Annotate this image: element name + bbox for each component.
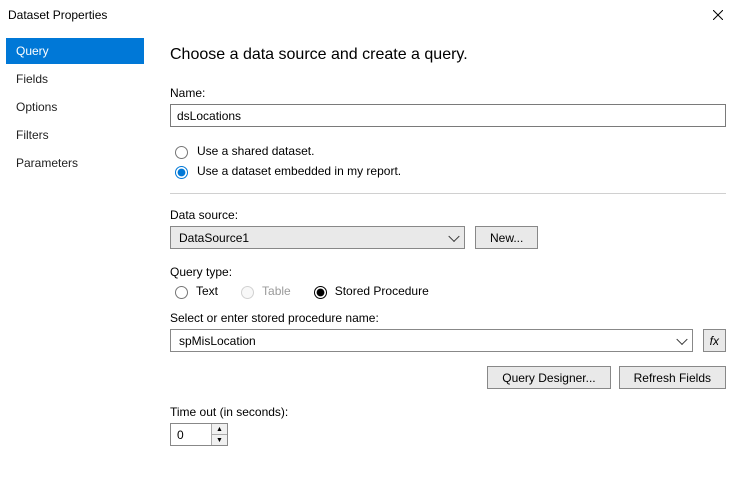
timeout-label: Time out (in seconds): [170,405,726,419]
spinner-down-button[interactable]: ▼ [212,435,227,445]
sidebar-item-parameters[interactable]: Parameters [6,150,144,176]
divider [170,193,726,194]
page-heading: Choose a data source and create a query. [170,46,726,64]
query-designer-button[interactable]: Query Designer... [487,366,610,389]
stored-procedure-value: spMisLocation [179,334,256,348]
datasource-value: DataSource1 [179,231,249,245]
radio-label: Table [262,284,291,298]
stored-procedure-label: Select or enter stored procedure name: [170,311,726,325]
name-input[interactable] [170,104,726,127]
radio-embedded-dataset[interactable]: Use a dataset embedded in my report. [170,163,726,179]
radio-label: Stored Procedure [335,284,429,298]
datasource-label: Data source: [170,208,726,222]
chevron-down-icon [676,333,687,344]
titlebar: Dataset Properties [0,0,746,30]
sidebar-item-label: Filters [16,128,49,142]
radio-label: Use a shared dataset. [197,144,314,158]
sidebar-item-filters[interactable]: Filters [6,122,144,148]
timeout-spinner[interactable]: ▲ ▼ [170,423,228,446]
sidebar-item-label: Fields [16,72,48,86]
sidebar-item-fields[interactable]: Fields [6,66,144,92]
querytype-text[interactable]: Text [170,283,218,299]
sidebar-item-label: Query [16,44,49,58]
querytype-table: Table [236,283,291,299]
button-label: fx [710,334,719,348]
name-label: Name: [170,86,726,100]
button-label: New... [490,231,523,245]
datasource-select[interactable]: DataSource1 [170,226,465,249]
main-panel: Choose a data source and create a query.… [150,30,746,500]
button-label: Query Designer... [502,371,595,385]
timeout-input[interactable] [171,424,211,445]
sidebar: Query Fields Options Filters Parameters [0,30,150,500]
spinner-up-button[interactable]: ▲ [212,424,227,435]
close-icon [713,10,723,20]
sidebar-item-options[interactable]: Options [6,94,144,120]
radio-shared-dataset[interactable]: Use a shared dataset. [170,143,726,159]
sidebar-item-query[interactable]: Query [6,38,144,64]
sidebar-item-label: Options [16,100,57,114]
new-datasource-button[interactable]: New... [475,226,538,249]
sidebar-item-label: Parameters [16,156,78,170]
radio-embedded-input[interactable] [175,166,188,179]
querytype-label: Query type: [170,265,726,279]
radio-label: Text [196,284,218,298]
radio-qt-table [241,286,254,299]
window-title: Dataset Properties [8,8,698,22]
button-label: Refresh Fields [634,371,711,385]
radio-qt-sp[interactable] [314,286,327,299]
radio-qt-text[interactable] [175,286,188,299]
fx-button[interactable]: fx [703,329,726,352]
stored-procedure-select[interactable]: spMisLocation [170,329,693,352]
chevron-down-icon [448,230,459,241]
radio-shared-input[interactable] [175,146,188,159]
querytype-stored-procedure[interactable]: Stored Procedure [309,283,429,299]
close-button[interactable] [698,0,738,30]
radio-label: Use a dataset embedded in my report. [197,164,401,178]
refresh-fields-button[interactable]: Refresh Fields [619,366,726,389]
